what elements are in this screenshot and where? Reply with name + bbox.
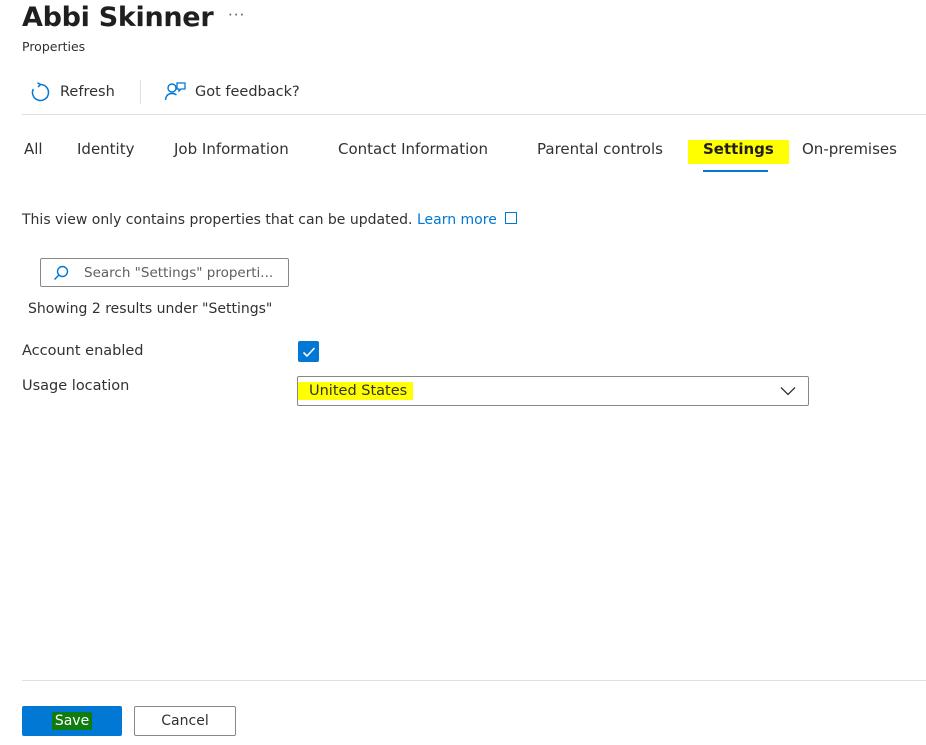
refresh-icon — [31, 81, 50, 101]
usage-location-label: Usage location — [22, 378, 130, 394]
info-message: This view only contains properties that … — [22, 212, 413, 228]
save-label: Save — [51, 712, 93, 730]
feedback-button[interactable]: Got feedback? — [164, 77, 300, 107]
results-count: Showing 2 results under "Settings" — [28, 301, 273, 317]
checkmark-icon — [302, 346, 315, 357]
search-input[interactable] — [84, 264, 274, 281]
external-link-icon — [504, 212, 517, 224]
account-enabled-label: Account enabled — [22, 343, 144, 359]
page-subtitle: Properties — [22, 39, 86, 54]
more-options-icon[interactable]: ··· — [228, 6, 245, 24]
cancel-button[interactable]: Cancel — [134, 706, 236, 736]
feedback-label: Got feedback? — [195, 84, 300, 100]
tab-settings[interactable]: Settings — [688, 140, 789, 164]
tab-job-information[interactable]: Job Information — [174, 140, 289, 164]
search-box[interactable] — [40, 258, 289, 287]
tab-identity[interactable]: Identity — [77, 140, 135, 164]
learn-more-link[interactable]: Learn more — [417, 212, 517, 228]
save-button[interactable]: Save — [22, 706, 122, 736]
refresh-button[interactable]: Refresh — [30, 77, 115, 107]
usage-location-dropdown[interactable]: United States — [297, 376, 809, 406]
toolbar-separator — [140, 80, 141, 104]
tab-contact-information[interactable]: Contact Information — [338, 140, 488, 164]
footer-divider — [22, 680, 926, 681]
refresh-label: Refresh — [60, 84, 115, 100]
active-tab-indicator — [703, 170, 768, 172]
feedback-icon — [164, 82, 186, 101]
info-text: This view only contains properties that … — [22, 212, 517, 228]
toolbar-divider — [22, 114, 926, 115]
tab-on-premises[interactable]: On-premises — [802, 140, 897, 164]
page-title: Abbi Skinner — [22, 2, 214, 33]
tab-all[interactable]: All — [24, 140, 43, 164]
chevron-down-icon — [780, 387, 796, 396]
account-enabled-checkbox[interactable] — [298, 341, 319, 362]
search-icon — [53, 265, 69, 280]
tab-parental-controls[interactable]: Parental controls — [537, 140, 663, 164]
usage-location-value: United States — [298, 382, 414, 400]
